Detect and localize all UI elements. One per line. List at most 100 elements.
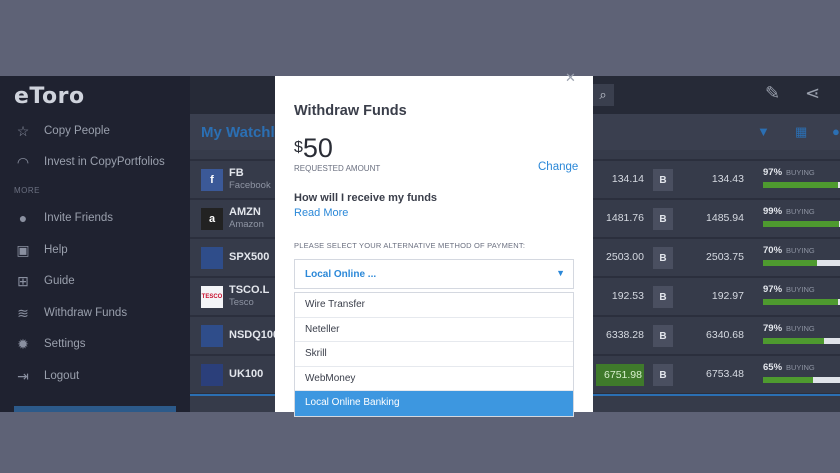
buy-button[interactable]: B bbox=[653, 247, 673, 269]
sidebar-item-label: Invite Friends bbox=[44, 212, 114, 224]
guide-icon: ⊞ bbox=[17, 272, 29, 289]
sidebar-item-guide[interactable]: ⊞ Guide bbox=[14, 270, 75, 292]
option-wire-transfer[interactable]: Wire Transfer bbox=[295, 293, 573, 318]
sidebar-item-label: Guide bbox=[44, 275, 75, 287]
watchlist-title: My Watchl bbox=[201, 124, 275, 141]
facebook-logo-icon: f bbox=[201, 169, 223, 191]
search-icon[interactable]: ⌕ bbox=[592, 84, 614, 106]
buy-price[interactable]: 1485.94 bbox=[690, 212, 744, 224]
amazon-logo-icon: a bbox=[201, 208, 223, 230]
instrument-symbol: NSDQ100 bbox=[229, 329, 280, 341]
star-icon: ☆ bbox=[16, 122, 30, 139]
logout-icon: ⇥ bbox=[17, 367, 29, 384]
how-receive-heading: How will I receive my funds bbox=[294, 192, 438, 204]
tesco-logo-icon: TESCO bbox=[201, 286, 223, 308]
sidebar-item-invite-friends[interactable]: ● Invite Friends bbox=[14, 207, 113, 229]
sentiment-bar bbox=[763, 221, 840, 227]
option-webmoney[interactable]: WebMoney bbox=[295, 367, 573, 391]
instrument-name: Facebook bbox=[229, 180, 271, 191]
buying-percent: 70% BUYING bbox=[763, 245, 815, 256]
read-more-link[interactable]: Read More bbox=[294, 207, 348, 219]
uk-flag-icon bbox=[201, 364, 223, 386]
instrument-symbol: TSCO.L bbox=[229, 284, 270, 296]
us-flag-icon bbox=[201, 325, 223, 347]
buying-percent: 65% BUYING bbox=[763, 362, 815, 373]
portfolio-icon: ◠ bbox=[16, 153, 30, 170]
sidebar-item-help[interactable]: ▣ Help bbox=[14, 239, 68, 261]
buy-button[interactable]: B bbox=[653, 208, 673, 230]
chevron-down-icon: ▼ bbox=[556, 268, 565, 278]
requested-amount: $50 bbox=[294, 133, 333, 164]
buying-percent: 99% BUYING bbox=[763, 206, 815, 217]
invite-icon: ● bbox=[18, 210, 28, 226]
instrument-name: Tesco bbox=[229, 297, 254, 308]
buying-percent: 79% BUYING bbox=[763, 323, 815, 334]
sidebar-item-copy-people[interactable]: ☆ Copy People bbox=[14, 120, 110, 142]
sell-price[interactable]: 6338.28 bbox=[596, 329, 644, 341]
us-flag-icon bbox=[201, 247, 223, 269]
sentiment-bar bbox=[763, 338, 840, 344]
amount-value: 50 bbox=[302, 133, 333, 163]
sidebar-item-copyportfolios[interactable]: ◠ Invest in CopyPortfolios bbox=[14, 151, 165, 173]
selected-payment-method: Local Online ... bbox=[305, 269, 377, 280]
instrument-symbol: FB bbox=[229, 167, 244, 179]
sidebar-item-withdraw-funds[interactable]: ≋ Withdraw Funds bbox=[14, 302, 127, 324]
buy-price[interactable]: 192.97 bbox=[690, 290, 744, 302]
close-icon[interactable]: ✕ bbox=[565, 70, 576, 86]
deposit-button[interactable] bbox=[14, 406, 176, 412]
buy-price[interactable]: 134.43 bbox=[690, 173, 744, 185]
buy-price[interactable]: 6753.48 bbox=[690, 368, 744, 380]
instrument-symbol: SPX500 bbox=[229, 251, 270, 263]
instrument-symbol: UK100 bbox=[229, 368, 264, 380]
filter-icon[interactable]: ▼ bbox=[757, 124, 770, 139]
buy-button[interactable]: B bbox=[653, 286, 673, 308]
payment-method-select[interactable]: Local Online ... ▼ bbox=[294, 259, 574, 289]
instrument-symbol: AMZN bbox=[229, 206, 261, 218]
sidebar-item-label: Logout bbox=[44, 370, 80, 382]
sell-price[interactable]: 1481.76 bbox=[596, 212, 644, 224]
buy-button[interactable]: B bbox=[653, 169, 673, 191]
buy-price[interactable]: 2503.75 bbox=[690, 251, 744, 263]
sentiment-bar bbox=[763, 260, 840, 266]
sidebar: eToro ☆ Copy People ◠ Invest in CopyPort… bbox=[0, 76, 190, 412]
sidebar-item-logout[interactable]: ⇥ Logout bbox=[14, 365, 79, 387]
sell-price[interactable]: 134.14 bbox=[596, 173, 644, 185]
instrument-name: Amazon bbox=[229, 219, 264, 230]
sentiment-bar bbox=[763, 299, 840, 305]
sentiment-bar bbox=[763, 182, 840, 188]
buying-percent: 97% BUYING bbox=[763, 284, 815, 295]
modal-title: Withdraw Funds bbox=[294, 103, 407, 119]
etoro-logo[interactable]: eToro bbox=[14, 84, 85, 109]
buy-price[interactable]: 6340.68 bbox=[690, 329, 744, 341]
sidebar-item-label: Help bbox=[44, 244, 68, 256]
buy-button[interactable]: B bbox=[653, 325, 673, 347]
currency-symbol: $ bbox=[294, 139, 303, 156]
more-section-label: MORE bbox=[14, 186, 40, 195]
sidebar-item-label: Settings bbox=[44, 338, 86, 350]
gear-icon: ✹ bbox=[17, 335, 29, 352]
sidebar-item-label: Invest in CopyPortfolios bbox=[44, 156, 165, 168]
withdraw-funds-modal: ✕ Withdraw Funds $50 REQUESTED AMOUNT Ch… bbox=[275, 70, 593, 417]
buying-percent: 97% BUYING bbox=[763, 167, 815, 178]
sell-price[interactable]: 6751.98 bbox=[596, 364, 644, 386]
grid-view-icon[interactable]: ▦ bbox=[795, 124, 807, 140]
payment-method-label: PLEASE SELECT YOUR ALTERNATIVE METHOD OF… bbox=[294, 241, 526, 250]
option-local-online-banking[interactable]: Local Online Banking bbox=[295, 391, 573, 416]
sidebar-item-settings[interactable]: ✹ Settings bbox=[14, 333, 86, 355]
change-link[interactable]: Change bbox=[538, 161, 578, 173]
pencil-icon[interactable]: ✎ bbox=[765, 83, 780, 104]
help-icon: ▣ bbox=[16, 241, 30, 258]
more-icon[interactable]: ● bbox=[832, 124, 840, 139]
option-skrill[interactable]: Skrill bbox=[295, 342, 573, 367]
withdraw-icon: ≋ bbox=[17, 304, 29, 321]
sell-price[interactable]: 2503.00 bbox=[596, 251, 644, 263]
payment-method-dropdown: Wire Transfer Neteller Skrill WebMoney L… bbox=[294, 292, 574, 417]
buy-button[interactable]: B bbox=[653, 364, 673, 386]
sidebar-item-label: Copy People bbox=[44, 125, 110, 137]
share-icon[interactable]: ⋖ bbox=[805, 83, 820, 104]
sell-price[interactable]: 192.53 bbox=[596, 290, 644, 302]
option-neteller[interactable]: Neteller bbox=[295, 318, 573, 342]
sentiment-bar bbox=[763, 377, 840, 383]
sidebar-item-label: Withdraw Funds bbox=[44, 307, 128, 319]
requested-amount-label: REQUESTED AMOUNT bbox=[294, 164, 381, 173]
